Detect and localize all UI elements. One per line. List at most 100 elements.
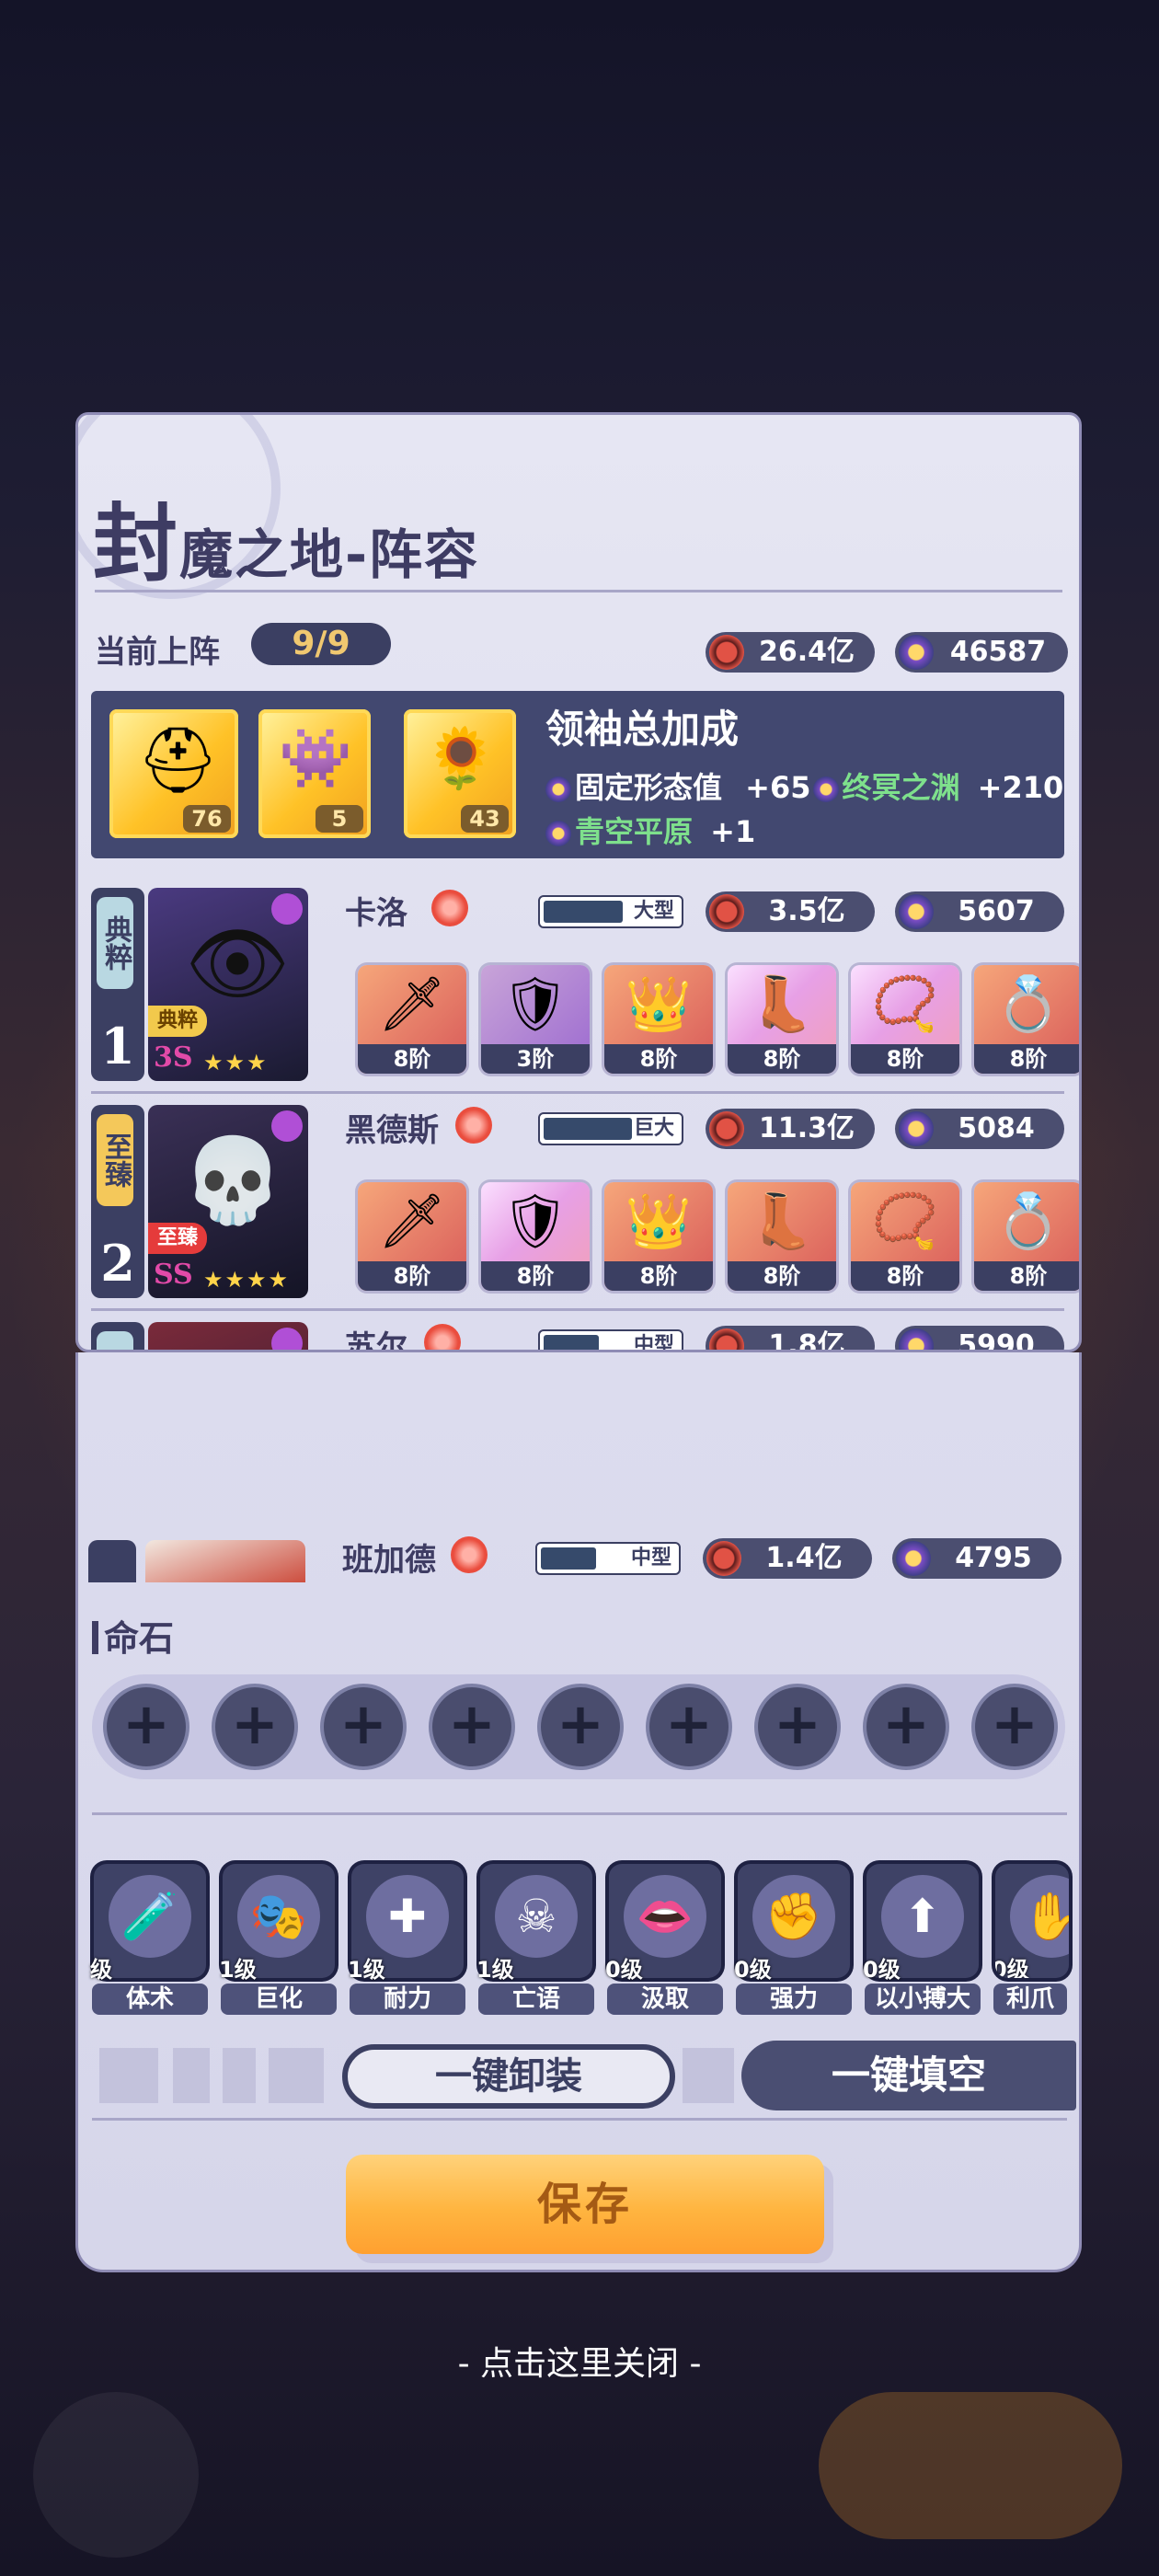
fate-stone-slot[interactable]: + <box>324 1687 403 1766</box>
gear-slot-boots[interactable]: 👢 8阶 <box>728 1182 836 1291</box>
talent-item[interactable]: 🧪 级 <box>90 1864 206 1983</box>
size-indicator: 中型 <box>535 1542 681 1575</box>
gear-slot-amulet[interactable]: 📿 8阶 <box>851 965 959 1074</box>
hero-power-value: 11.3亿 <box>758 1112 855 1144</box>
fill-all-button[interactable]: 一键填空 <box>741 2041 1076 2110</box>
talent-item[interactable]: 🎭 1级 <box>219 1864 335 1983</box>
gear-slot-helmet[interactable]: 👑 8阶 <box>604 1182 713 1291</box>
leader-icon-1[interactable]: ⛑ 76 <box>109 709 238 838</box>
plus-icon: + <box>991 1690 1039 1757</box>
hero-portrait[interactable]: 👧 典粹 SS ★★ <box>148 1322 308 1350</box>
plus-icon: + <box>448 1690 496 1757</box>
hero-row-2[interactable]: 至臻 2 💀 至臻 SS ★★★★ 黑德斯 巨大 11.3亿 5084 🗡 8阶 … <box>91 1098 1079 1311</box>
talent-name: 体术 <box>92 1984 208 2015</box>
gear-level: 8阶 <box>728 1261 836 1291</box>
gear-slot-armor[interactable]: 🛡 8阶 <box>481 1182 590 1291</box>
fate-stone-slot[interactable]: + <box>541 1687 620 1766</box>
leader-icon-2[interactable]: 👾 5 <box>258 709 371 838</box>
fate-stone-slot[interactable]: + <box>432 1687 511 1766</box>
talent-item[interactable]: 👄 0级 <box>605 1864 721 1983</box>
total-score-value: 46587 <box>949 636 1047 668</box>
fate-stone-slot[interactable]: + <box>107 1687 186 1766</box>
quality-tag: 典粹 <box>148 1006 208 1037</box>
fate-stone-slot[interactable]: + <box>649 1687 729 1766</box>
rank-tab: 至臻 2 <box>91 1105 144 1298</box>
rank-tab: 典粹 1 <box>91 888 144 1081</box>
fate-stone-slot[interactable]: + <box>866 1687 946 1766</box>
deco-block <box>269 2048 324 2103</box>
talent-item[interactable]: ✚ 1级 <box>348 1864 464 1983</box>
fate-stone-slot[interactable]: + <box>215 1687 294 1766</box>
mask-icon: 🎭 <box>237 1875 320 1958</box>
gear-slot-weapon[interactable]: 🗡 8阶 <box>358 965 466 1074</box>
leader-buff-line-2: 青空平原 +1 <box>545 809 755 851</box>
close-hint[interactable]: - 点击这里关闭 - <box>0 2337 1159 2385</box>
title-divider <box>95 590 1062 592</box>
element-fire-icon <box>451 1536 488 1573</box>
boots-icon: 👢 <box>748 1190 816 1252</box>
size-indicator: 巨大 <box>538 1112 683 1145</box>
fist-icon: ✊ <box>752 1875 835 1958</box>
row-divider <box>91 1091 1064 1094</box>
unload-all-button[interactable]: 一键卸装 <box>342 2044 675 2109</box>
deco-block <box>223 2048 256 2103</box>
section-marker <box>92 1621 98 1654</box>
talent-name: 利爪 <box>993 1984 1067 2015</box>
leader-bonus-panel: ⛑ 76 👾 5 🌻 43 领袖总加成 固定形态值 +65 终冥之渊 +210 青… <box>91 691 1064 858</box>
background-corner-button <box>819 2392 1122 2539</box>
element-fire-icon <box>455 1107 492 1144</box>
leader-icon-3[interactable]: 🌻 43 <box>404 709 516 838</box>
save-button[interactable]: 保存 <box>346 2155 824 2254</box>
hero-power-pill: 11.3亿 <box>706 1109 875 1149</box>
dialog-title-big: 封 <box>93 494 180 593</box>
score-star-icon <box>899 894 934 929</box>
talent-item[interactable]: ⬆ 0级 <box>863 1864 979 1983</box>
ring-icon: 💍 <box>994 1190 1062 1252</box>
power-icon <box>706 1541 741 1576</box>
lineup-dialog: 封魔之地-阵容 当前上阵 9/9 26.4亿 46587 ⛑ 76 👾 5 🌻 … <box>75 412 1082 1352</box>
talent-name: 汲取 <box>607 1984 723 2015</box>
fate-stone-slot[interactable]: + <box>975 1687 1054 1766</box>
hero-row-4[interactable]: 班加德 中型 1.4亿 4795 <box>88 1533 1061 1582</box>
leader-level: 5 <box>316 805 363 833</box>
hero-portrait[interactable]: 👁 典粹 3S ★★★ <box>148 888 308 1081</box>
talent-item[interactable]: ✋ 0级 <box>995 1864 1069 1978</box>
element-fire-icon <box>431 890 468 926</box>
talent-item[interactable]: ☠ 1级 <box>476 1864 592 1983</box>
helmet-icon: 👑 <box>625 972 693 1035</box>
fate-stone-slot[interactable]: + <box>758 1687 837 1766</box>
gear-slot-ring[interactable]: 💍 8阶 <box>974 965 1079 1074</box>
talent-item[interactable]: ✊ 0级 <box>734 1864 850 1983</box>
section-divider <box>92 2118 1067 2121</box>
skull-mask-hero-icon: 💀 <box>181 1133 285 1229</box>
gear-slot-ring[interactable]: 💍 8阶 <box>974 1182 1079 1291</box>
hero-score-value: 4795 <box>955 1542 1032 1574</box>
rank-badge: 典粹 <box>97 1331 133 1350</box>
power-icon <box>709 1111 744 1146</box>
gear-level: 8阶 <box>604 1044 713 1074</box>
talent-name: 以小搏大 <box>865 1984 981 2015</box>
dialog-title-rest: 魔之地-阵容 <box>179 523 480 586</box>
gear-slot-amulet[interactable]: 📿 8阶 <box>851 1182 959 1291</box>
hero-name: 黑德斯 <box>345 1112 439 1149</box>
gear-slot-weapon[interactable]: 🗡 8阶 <box>358 1182 466 1291</box>
hero-row-3[interactable]: 典粹 3 👧 典粹 SS ★★ 苏尔 中型 1.8亿 5990 🗡8阶 🛡8阶 … <box>91 1315 1064 1352</box>
buff-label: 固定形态值 <box>575 770 723 805</box>
lips-icon: 👄 <box>624 1875 706 1958</box>
leader-buff-line-1: 固定形态值 +65 终冥之渊 +210 <box>545 765 1063 807</box>
hero-row-1[interactable]: 典粹 1 👁 典粹 3S ★★★ 卡洛 大型 3.5亿 5607 🗡 8阶 🛡 3阶… <box>91 880 1079 1094</box>
hero-name: 苏尔 <box>345 1329 407 1352</box>
gear-level: 8阶 <box>728 1044 836 1074</box>
hero-power-value: 3.5亿 <box>768 895 845 927</box>
talent-name: 巨化 <box>221 1984 337 2015</box>
hero-score-pill: 5990 <box>895 1326 1064 1350</box>
gear-slot-helmet[interactable]: 👑 8阶 <box>604 965 713 1074</box>
hero-portrait[interactable] <box>145 1540 305 1582</box>
plus-icon: + <box>665 1690 713 1757</box>
hero-name: 卡洛 <box>345 895 407 932</box>
talent-name: 强力 <box>736 1984 852 2015</box>
size-indicator: 中型 <box>538 1329 683 1350</box>
gear-slot-boots[interactable]: 👢 8阶 <box>728 965 836 1074</box>
hero-portrait[interactable]: 💀 至臻 SS ★★★★ <box>148 1105 308 1298</box>
gear-slot-armor[interactable]: 🛡 3阶 <box>481 965 590 1074</box>
